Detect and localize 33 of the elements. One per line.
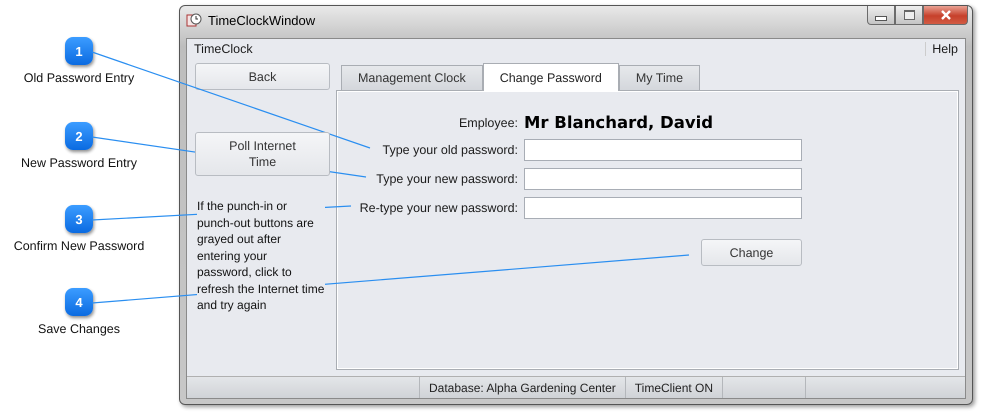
- callout-label: Save Changes: [38, 322, 120, 336]
- status-text: TimeClient ON: [626, 377, 724, 398]
- number-badge: 4: [65, 288, 93, 316]
- callout-label: New Password Entry: [20, 156, 137, 170]
- callout-label: Confirm New Password: [14, 239, 144, 253]
- number-badge: 1: [65, 37, 93, 65]
- back-button[interactable]: Back: [195, 63, 330, 90]
- field-label: Type your old password:: [382, 143, 518, 157]
- employee-label: Employee:: [458, 116, 518, 130]
- window-title: TimeClockWindow: [208, 12, 316, 28]
- help-text: If the punch-in or punch-out buttons are grayed out after entering your password, click to refresh the Internet time and try again: [197, 198, 325, 314]
- tab[interactable]: Change Password: [482, 63, 619, 91]
- menu-item[interactable]: Help: [925, 42, 958, 56]
- menu-item[interactable]: TimeClock: [194, 42, 253, 56]
- password-field[interactable]: [524, 139, 802, 161]
- close-button[interactable]: [923, 6, 968, 25]
- change-button[interactable]: Change: [701, 239, 802, 266]
- callout-label: Old Password Entry: [24, 71, 134, 85]
- field-label: Type your new password:: [375, 172, 518, 186]
- maximize-button[interactable]: [895, 6, 923, 25]
- tab[interactable]: Management Clock: [341, 65, 483, 90]
- field-label: Re-type your new password:: [358, 201, 518, 215]
- poll-button[interactable]: Poll Internet Time: [195, 132, 330, 176]
- clock-icon: [186, 12, 202, 28]
- number-badge: 2: [65, 122, 93, 150]
- employee-name: Mr Blanchard, David: [524, 113, 714, 132]
- tab[interactable]: My Time: [618, 65, 700, 90]
- status-text: Database: Alpha Gardening Center: [420, 377, 626, 398]
- password-field[interactable]: [524, 168, 802, 190]
- password-field[interactable]: [524, 197, 802, 219]
- close-icon: [940, 10, 952, 20]
- minimize-button[interactable]: [867, 6, 895, 25]
- number-badge: 3: [65, 205, 93, 233]
